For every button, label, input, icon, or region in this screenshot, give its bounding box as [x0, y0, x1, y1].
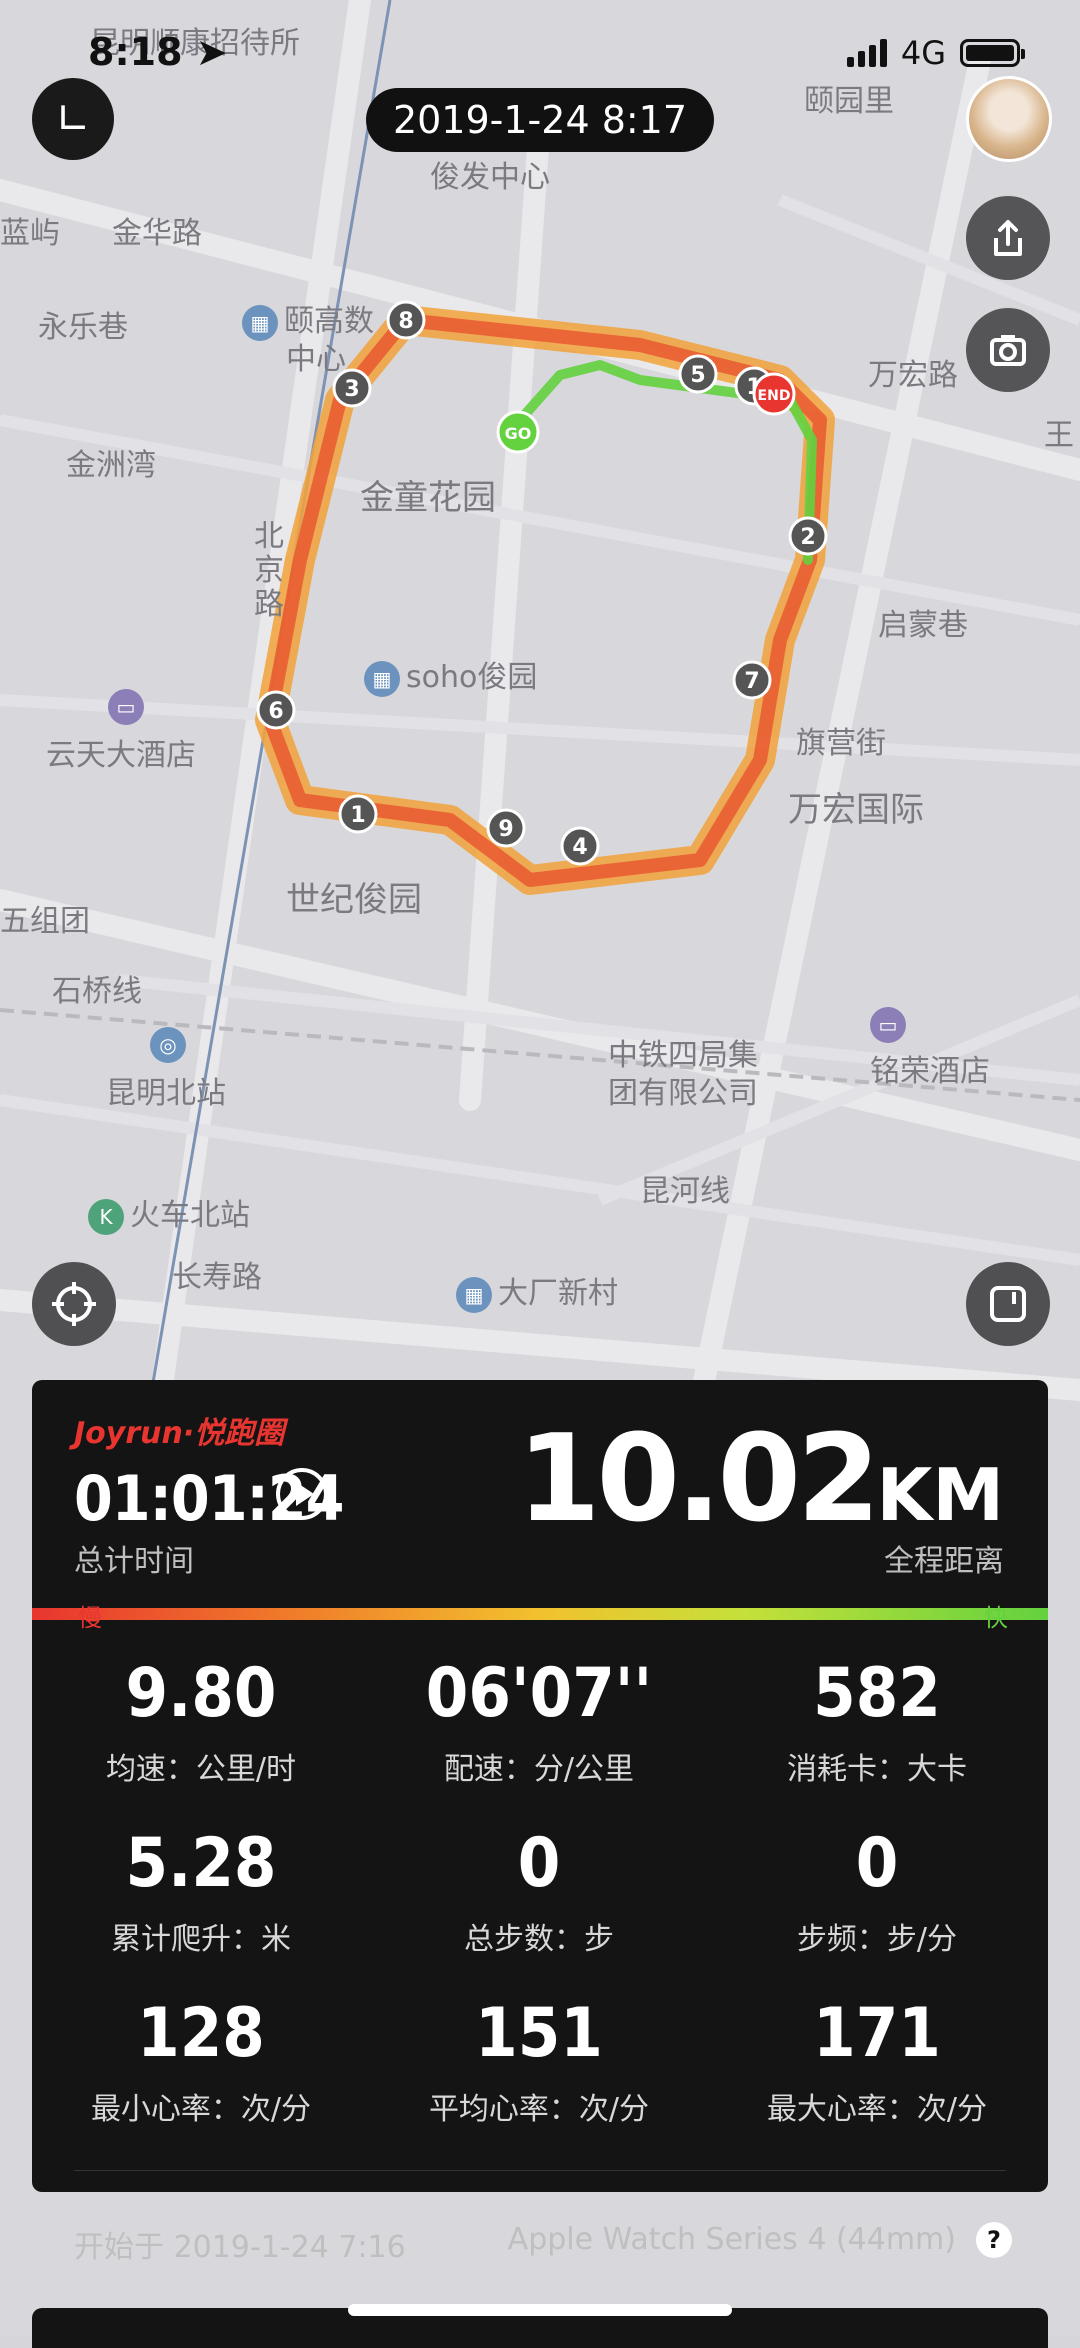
stat-value: 0	[517, 1824, 561, 1903]
back-button[interactable]: ∟	[32, 78, 114, 160]
status-bar: 8:18 ➤ 4G	[0, 0, 1080, 100]
svg-text:2: 2	[800, 525, 815, 550]
end-marker: END	[752, 372, 796, 416]
avatar[interactable]	[966, 76, 1052, 162]
distance-number: 10.02	[516, 1410, 881, 1549]
stat-label: 消耗卡：大卡	[787, 1752, 967, 1787]
stat-value: 5.28	[125, 1824, 277, 1903]
stat-min-hr: 128 最小心率：次/分	[32, 2000, 370, 2128]
svg-text:6: 6	[268, 699, 283, 724]
stat-label: 平均心率：次/分	[428, 2092, 650, 2127]
location-arrow-icon: ➤	[195, 30, 228, 74]
share-icon	[994, 220, 1022, 256]
start-marker: GO	[496, 410, 540, 454]
km-marker: 5	[678, 354, 718, 394]
km-marker: 2	[788, 516, 828, 556]
stat-value: 171	[813, 1994, 941, 2073]
stat-label: 配速：分/公里	[443, 1752, 635, 1787]
signal-icon	[846, 39, 887, 67]
play-icon[interactable]	[276, 1468, 328, 1520]
stat-max-hr: 171 最大心率：次/分	[708, 2000, 1046, 2128]
km-marker: 6	[256, 690, 296, 730]
back-icon: ∟	[55, 94, 91, 143]
map-style-button[interactable]	[966, 1262, 1050, 1346]
svg-text:1: 1	[350, 803, 365, 828]
km-marker: 1	[338, 794, 378, 834]
distance-unit: KM	[876, 1453, 1004, 1537]
camera-button[interactable]	[966, 308, 1050, 392]
stat-value: 06'07''	[425, 1654, 653, 1733]
pace-slow-label: 慢	[78, 1604, 102, 1632]
divider	[74, 2170, 1006, 2171]
camera-icon	[990, 335, 1026, 366]
home-indicator[interactable]	[348, 2304, 732, 2316]
route-markers: 8 3 5 1 2 7 6 1 9 4 GO END	[256, 300, 828, 866]
km-marker: 3	[332, 368, 372, 408]
svg-text:END: END	[758, 388, 791, 404]
svg-text:GO: GO	[505, 424, 532, 443]
svg-text:4: 4	[572, 835, 587, 860]
start-time: 开始于 2019-1-24 7:16	[74, 2230, 406, 2265]
distance-label: 全程距离	[884, 1544, 1004, 1579]
share-button[interactable]	[966, 196, 1050, 280]
stat-calories: 582 消耗卡：大卡	[708, 1660, 1046, 1788]
stat-value: 0	[855, 1824, 899, 1903]
km-marker: 7	[732, 660, 772, 700]
help-button[interactable]: ?	[976, 2222, 1012, 2258]
status-time-text: 8:18	[88, 30, 183, 74]
km-marker: 4	[560, 826, 600, 866]
svg-text:9: 9	[498, 817, 513, 842]
km-marker: 9	[486, 808, 526, 848]
network-type: 4G	[900, 34, 946, 72]
stat-steps: 0 总步数：步	[370, 1830, 708, 1958]
status-indicators: 4G	[846, 34, 1025, 72]
stat-elevation: 5.28 累计爬升：米	[32, 1830, 370, 1958]
map-toggle-icon	[990, 1286, 1026, 1322]
stat-value: 582	[813, 1654, 941, 1733]
stat-cadence: 0 步频：步/分	[708, 1830, 1046, 1958]
svg-text:5: 5	[690, 363, 705, 388]
stat-value: 9.80	[125, 1654, 277, 1733]
run-summary-panel: Joyrun·悦跑圈 01:01:24 总计时间 10.02KM 全程距离 慢 …	[32, 1380, 1048, 2265]
svg-text:3: 3	[344, 377, 359, 402]
stat-label: 总步数：步	[464, 1922, 614, 1957]
distance-value: 10.02KM	[517, 1420, 1004, 1540]
run-date-pill: 2019-1-24 8:17	[366, 88, 714, 152]
stat-value: 128	[137, 1994, 265, 2073]
total-time-label: 总计时间	[74, 1544, 194, 1579]
stat-value: 151	[475, 1994, 603, 2073]
crosshair-icon	[52, 1282, 96, 1326]
battery-icon	[960, 39, 1025, 67]
brand-logo: Joyrun·悦跑圈	[74, 1416, 285, 1451]
device-name: Apple Watch Series 4 (44mm)	[507, 2222, 956, 2257]
pace-fast-label: 快	[984, 1604, 1008, 1632]
pace-color-bar	[32, 1608, 1048, 1620]
stat-label: 最大心率：次/分	[766, 2092, 988, 2127]
stat-label: 步频：步/分	[796, 1922, 958, 1957]
km-marker: 8	[386, 300, 426, 340]
stat-avg-speed: 9.80 均速：公里/时	[32, 1660, 370, 1788]
stat-pace: 06'07'' 配速：分/公里	[370, 1660, 708, 1788]
svg-text:7: 7	[744, 669, 759, 694]
stat-label: 最小心率：次/分	[90, 2092, 312, 2127]
stat-label: 累计爬升：米	[111, 1922, 291, 1957]
locate-button[interactable]	[32, 1262, 116, 1346]
stat-avg-hr: 151 平均心率：次/分	[370, 2000, 708, 2128]
status-time: 8:18 ➤	[88, 30, 228, 74]
stat-label: 均速：公里/时	[105, 1752, 297, 1787]
svg-text:8: 8	[398, 309, 413, 334]
